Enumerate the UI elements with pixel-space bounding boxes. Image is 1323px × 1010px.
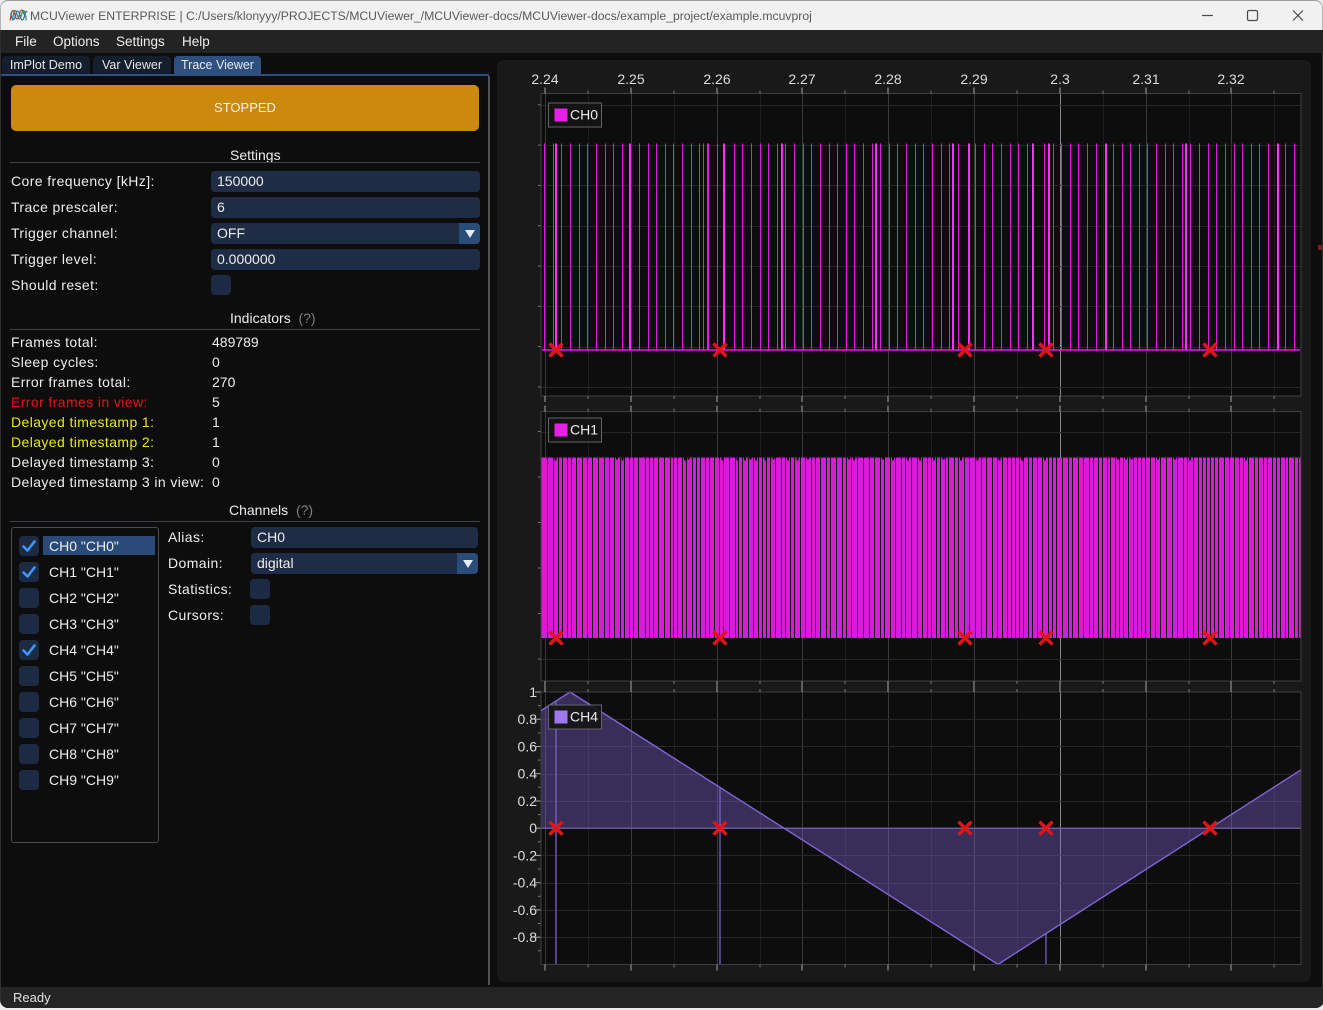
svg-text:0.4: 0.4 [518,766,538,782]
svg-text:2.32: 2.32 [1217,71,1244,87]
svg-text:2.25: 2.25 [617,71,644,87]
svg-text:0.2: 0.2 [518,793,538,809]
svg-text:2.24: 2.24 [531,71,558,87]
svg-text:CH1: CH1 [570,422,598,438]
svg-text:0.6: 0.6 [518,739,538,755]
svg-text:CH4: CH4 [570,709,598,725]
svg-text:-0.4: -0.4 [513,875,537,891]
svg-text:2.3: 2.3 [1050,71,1070,87]
svg-text:2.28: 2.28 [874,71,901,87]
svg-text:CH0: CH0 [570,107,598,123]
svg-text:-0.2: -0.2 [513,847,537,863]
svg-text:-0.6: -0.6 [513,902,537,918]
svg-text:2.26: 2.26 [703,71,730,87]
svg-text:-0.8: -0.8 [513,929,537,945]
svg-text:2.27: 2.27 [788,71,815,87]
svg-text:2.31: 2.31 [1132,71,1159,87]
svg-text:0.8: 0.8 [518,711,538,727]
svg-text:2.29: 2.29 [960,71,987,87]
